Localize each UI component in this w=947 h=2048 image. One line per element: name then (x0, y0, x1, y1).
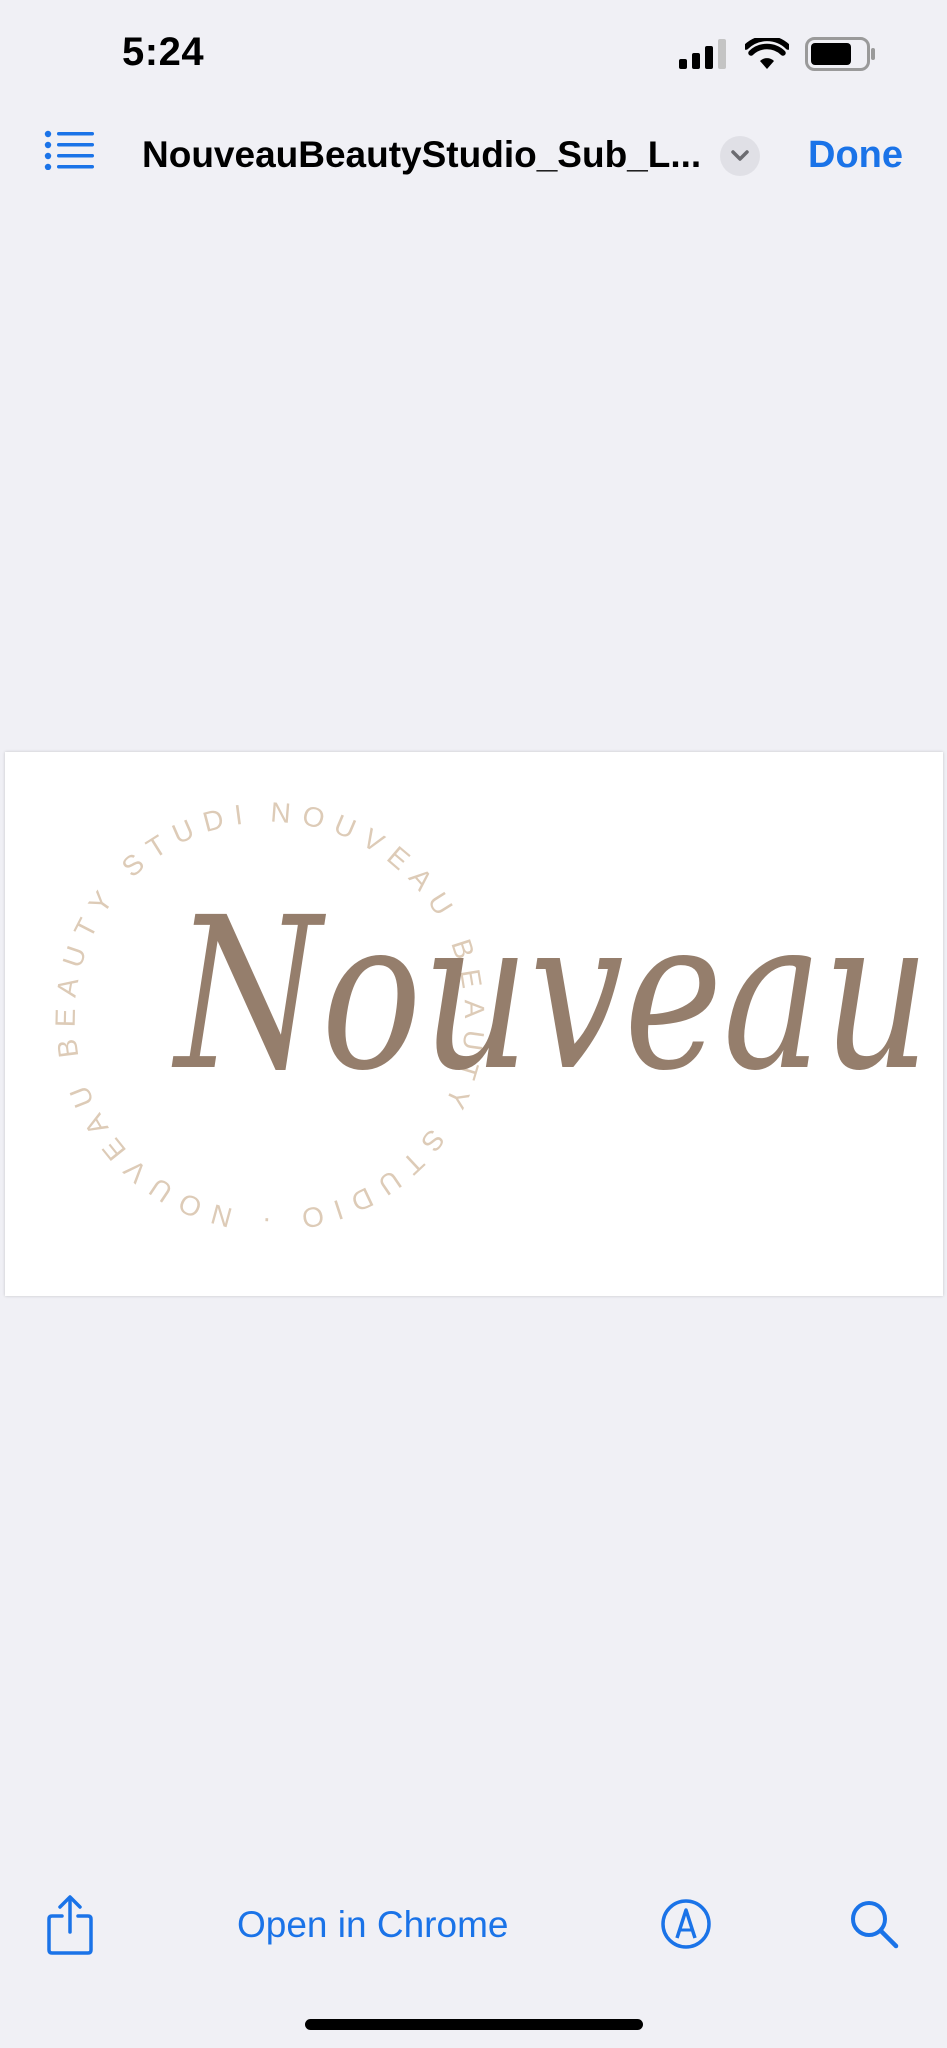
title-menu-button[interactable] (720, 136, 760, 176)
document-title[interactable]: NouveauBeautyStudio_Sub_L... (142, 130, 701, 180)
status-bar: 5:24 (0, 0, 947, 110)
open-in-chrome-button[interactable]: Open in Chrome (237, 1900, 508, 1950)
navigation-bar: NouveauBeautyStudio_Sub_L... Done (0, 110, 947, 200)
share-icon (46, 1895, 94, 1960)
status-time: 5:24 (122, 30, 205, 74)
logo-image: NOUVEAU BEAUTY STUDIO · NOUVEAU BEAUTY S… (5, 752, 930, 1237)
home-indicator (305, 2019, 643, 2030)
bottom-toolbar: Open in Chrome (0, 1880, 947, 1970)
markup-icon (660, 1899, 712, 1954)
list-icon (44, 130, 96, 174)
battery-icon (805, 36, 877, 76)
share-button[interactable] (46, 1894, 94, 1956)
search-icon (848, 1901, 900, 1954)
done-button[interactable]: Done (808, 130, 903, 180)
markup-button[interactable] (660, 1898, 712, 1950)
status-icons (679, 35, 877, 76)
wifi-icon (743, 35, 791, 75)
chevron-down-icon (720, 150, 760, 180)
cellular-signal-icon (679, 38, 729, 74)
outline-list-button[interactable] (44, 130, 104, 180)
search-button[interactable] (848, 1898, 900, 1950)
document-page: NOUVEAU BEAUTY STUDIO · NOUVEAU BEAUTY S… (5, 752, 943, 1296)
logo-script-text: Nouveau (171, 872, 930, 1117)
